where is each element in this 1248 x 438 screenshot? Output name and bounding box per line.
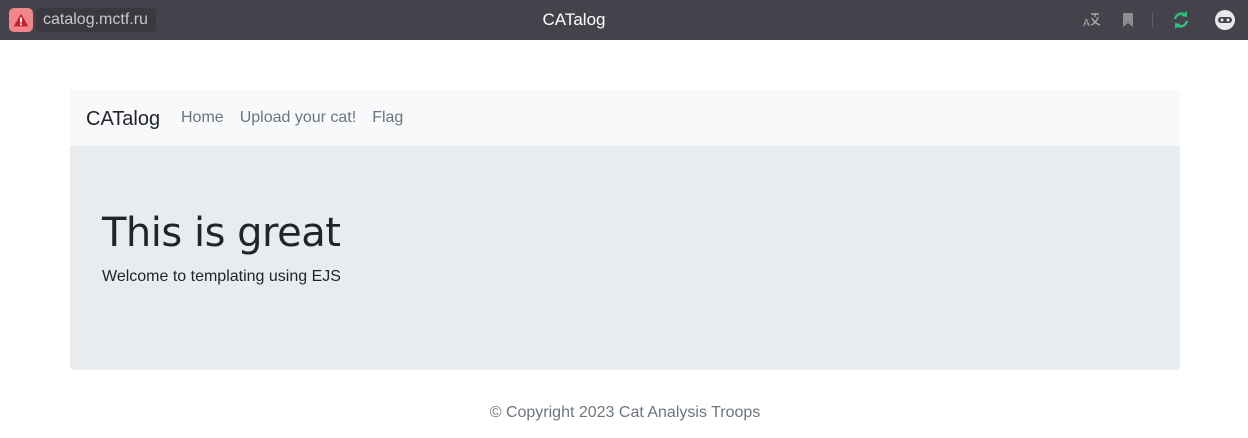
browser-toolbar: catalog.mctf.ru CATalog A [0,0,1248,40]
hero-title: This is great [102,210,341,256]
nav-links: Home Upload your cat! Flag [181,90,419,146]
tab-title: CATalog [542,10,606,29]
nav-link-home[interactable]: Home [181,109,224,127]
reload-icon[interactable] [1171,10,1191,30]
navbar-brand[interactable]: CATalog [86,90,160,148]
nav-link-flag[interactable]: Flag [372,109,403,127]
nav-link-upload[interactable]: Upload your cat! [240,109,357,127]
footer-copyright: © Copyright 2023 Cat Analysis Troops [489,404,761,421]
translate-icon[interactable]: A [1082,10,1102,30]
svg-text:A: A [1083,18,1090,28]
toolbar-divider [1152,12,1153,28]
bookmark-icon[interactable] [1118,10,1138,30]
address-bar[interactable]: catalog.mctf.ru [36,8,156,32]
profile-icon[interactable] [1214,9,1236,31]
hero-text: Welcome to templating using EJS [102,268,341,285]
warning-icon[interactable] [9,8,33,32]
hero-panel: This is great Welcome to templating usin… [70,146,1180,370]
site-navbar: CATalog Home Upload your cat! Flag [70,90,1180,146]
